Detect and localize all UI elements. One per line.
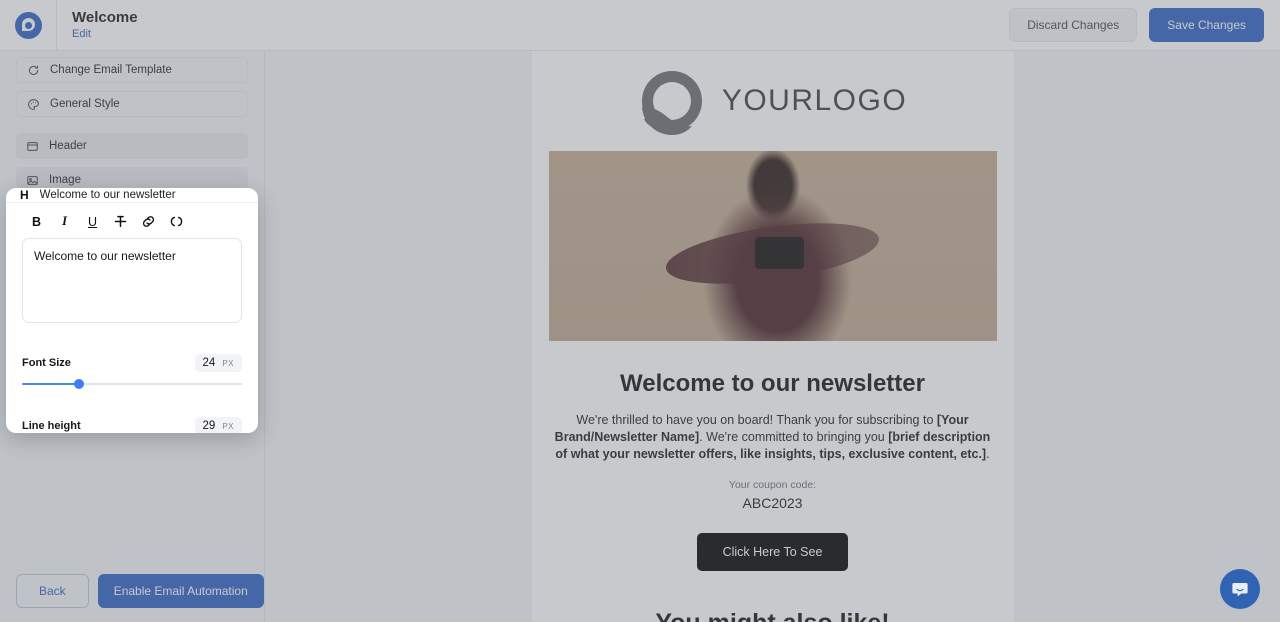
- font-size-number: 24: [202, 357, 216, 369]
- line-height-unit: PX: [222, 422, 234, 431]
- font-size-value[interactable]: 24 PX: [194, 354, 242, 372]
- code-icon[interactable]: [168, 213, 185, 230]
- italic-icon[interactable]: I: [56, 213, 73, 230]
- font-size-unit: PX: [222, 359, 234, 368]
- heading-badge-icon: H: [20, 188, 29, 202]
- font-size-control: Font Size 24 PX: [6, 340, 258, 391]
- font-size-head: Font Size 24 PX: [22, 354, 242, 372]
- line-height-label: Line height: [22, 420, 81, 432]
- screen-root: Welcome Edit Discard Changes Save Change…: [0, 0, 1280, 622]
- editor-header: H Welcome to our newsletter: [6, 188, 258, 203]
- underline-icon[interactable]: U: [84, 213, 101, 230]
- chat-bubble-icon[interactable]: [1220, 569, 1260, 609]
- editor-header-title: Welcome to our newsletter: [39, 189, 176, 201]
- font-size-slider[interactable]: [22, 377, 242, 391]
- line-height-control: Line height 29 PX: [6, 403, 258, 433]
- line-height-number: 29: [202, 420, 216, 432]
- link-icon[interactable]: [140, 213, 157, 230]
- font-size-slider-thumb[interactable]: [74, 379, 85, 389]
- line-height-head: Line height 29 PX: [22, 417, 242, 433]
- line-height-value[interactable]: 29 PX: [194, 417, 242, 433]
- editor-textarea[interactable]: [22, 238, 242, 323]
- editor-toolbar[interactable]: BIU: [6, 203, 258, 238]
- editor-area: [6, 238, 258, 328]
- text-editor-popover[interactable]: H Welcome to our newsletter BIU Font Siz…: [6, 188, 258, 433]
- font-size-label: Font Size: [22, 357, 71, 369]
- strikethrough-icon[interactable]: [112, 213, 129, 230]
- font-size-slider-fill: [22, 383, 80, 385]
- bold-icon[interactable]: B: [28, 213, 45, 230]
